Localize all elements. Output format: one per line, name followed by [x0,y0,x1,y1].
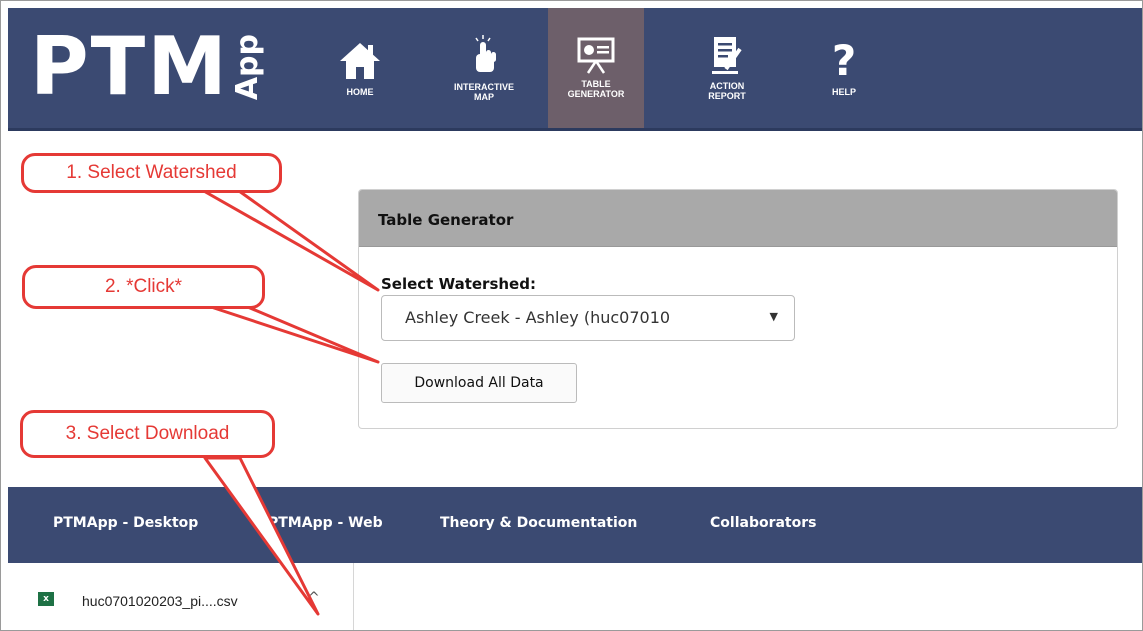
nav-help-label: HELP [831,87,856,97]
footer-link-collaborators[interactable]: Collaborators [710,515,816,531]
nav-home[interactable]: HOME [312,8,408,128]
footer-link-web[interactable]: PTMApp - Web [268,515,383,531]
document-icon [712,37,742,74]
footer-link-theory[interactable]: Theory & Documentation [440,515,637,531]
chevron-up-icon[interactable]: ^ [308,590,320,606]
callout-step3: 3. Select Download [20,410,275,458]
nav-help[interactable]: ? HELP [796,8,892,128]
nav-table-generator-label: TABLE GENERATOR [567,79,625,99]
top-nav-bar: PTM App HOME INTERACTIVE MAP TABLE GENER… [8,8,1143,131]
excel-icon: x [38,592,54,606]
nav-interactive-map[interactable]: INTERACTIVE MAP [436,8,532,128]
download-file-name: huc0701020203_pi....csv [82,593,238,609]
callout-step1: 1. Select Watershed [21,153,282,193]
footer-link-desktop[interactable]: PTMApp - Desktop [53,515,198,531]
browser-download-bar: x huc0701020203_pi....csv ^ [8,563,1143,631]
footer-nav: PTMApp - Desktop PTMApp - Web Theory & D… [8,487,1143,563]
presentation-icon [577,37,615,74]
nav-action-report[interactable]: ACTION REPORT [679,8,775,128]
callout-step2: 2. *Click* [22,265,265,309]
table-generator-panel: Table Generator Select Watershed: Ashley… [358,189,1118,429]
nav-home-label: HOME [346,87,374,97]
download-item[interactable]: x huc0701020203_pi....csv ^ [8,563,354,631]
home-icon [340,43,380,79]
select-watershed-label: Select Watershed: [381,275,536,293]
caret-down-icon: ▼ [769,310,778,323]
hand-pointer-icon [475,35,496,72]
logo-letters: PTM [30,20,229,113]
svg-text:?: ? [832,39,856,83]
nav-interactive-map-label: INTERACTIVE MAP [453,82,514,102]
callout-2-pointer [203,303,380,364]
panel-title: Table Generator [378,211,514,229]
download-all-data-button[interactable]: Download All Data [381,363,577,403]
watershed-select-value: Ashley Creek - Ashley (huc07010 [405,308,671,327]
question-icon: ? [832,39,856,83]
nav-table-generator[interactable]: TABLE GENERATOR [548,8,644,128]
ptmapp-logo[interactable]: PTM App [30,20,265,113]
nav-action-report-label: ACTION REPORT [708,81,746,101]
logo-suffix: App [229,33,265,101]
watershed-select[interactable]: Ashley Creek - Ashley (huc07010 ▼ [381,295,795,341]
